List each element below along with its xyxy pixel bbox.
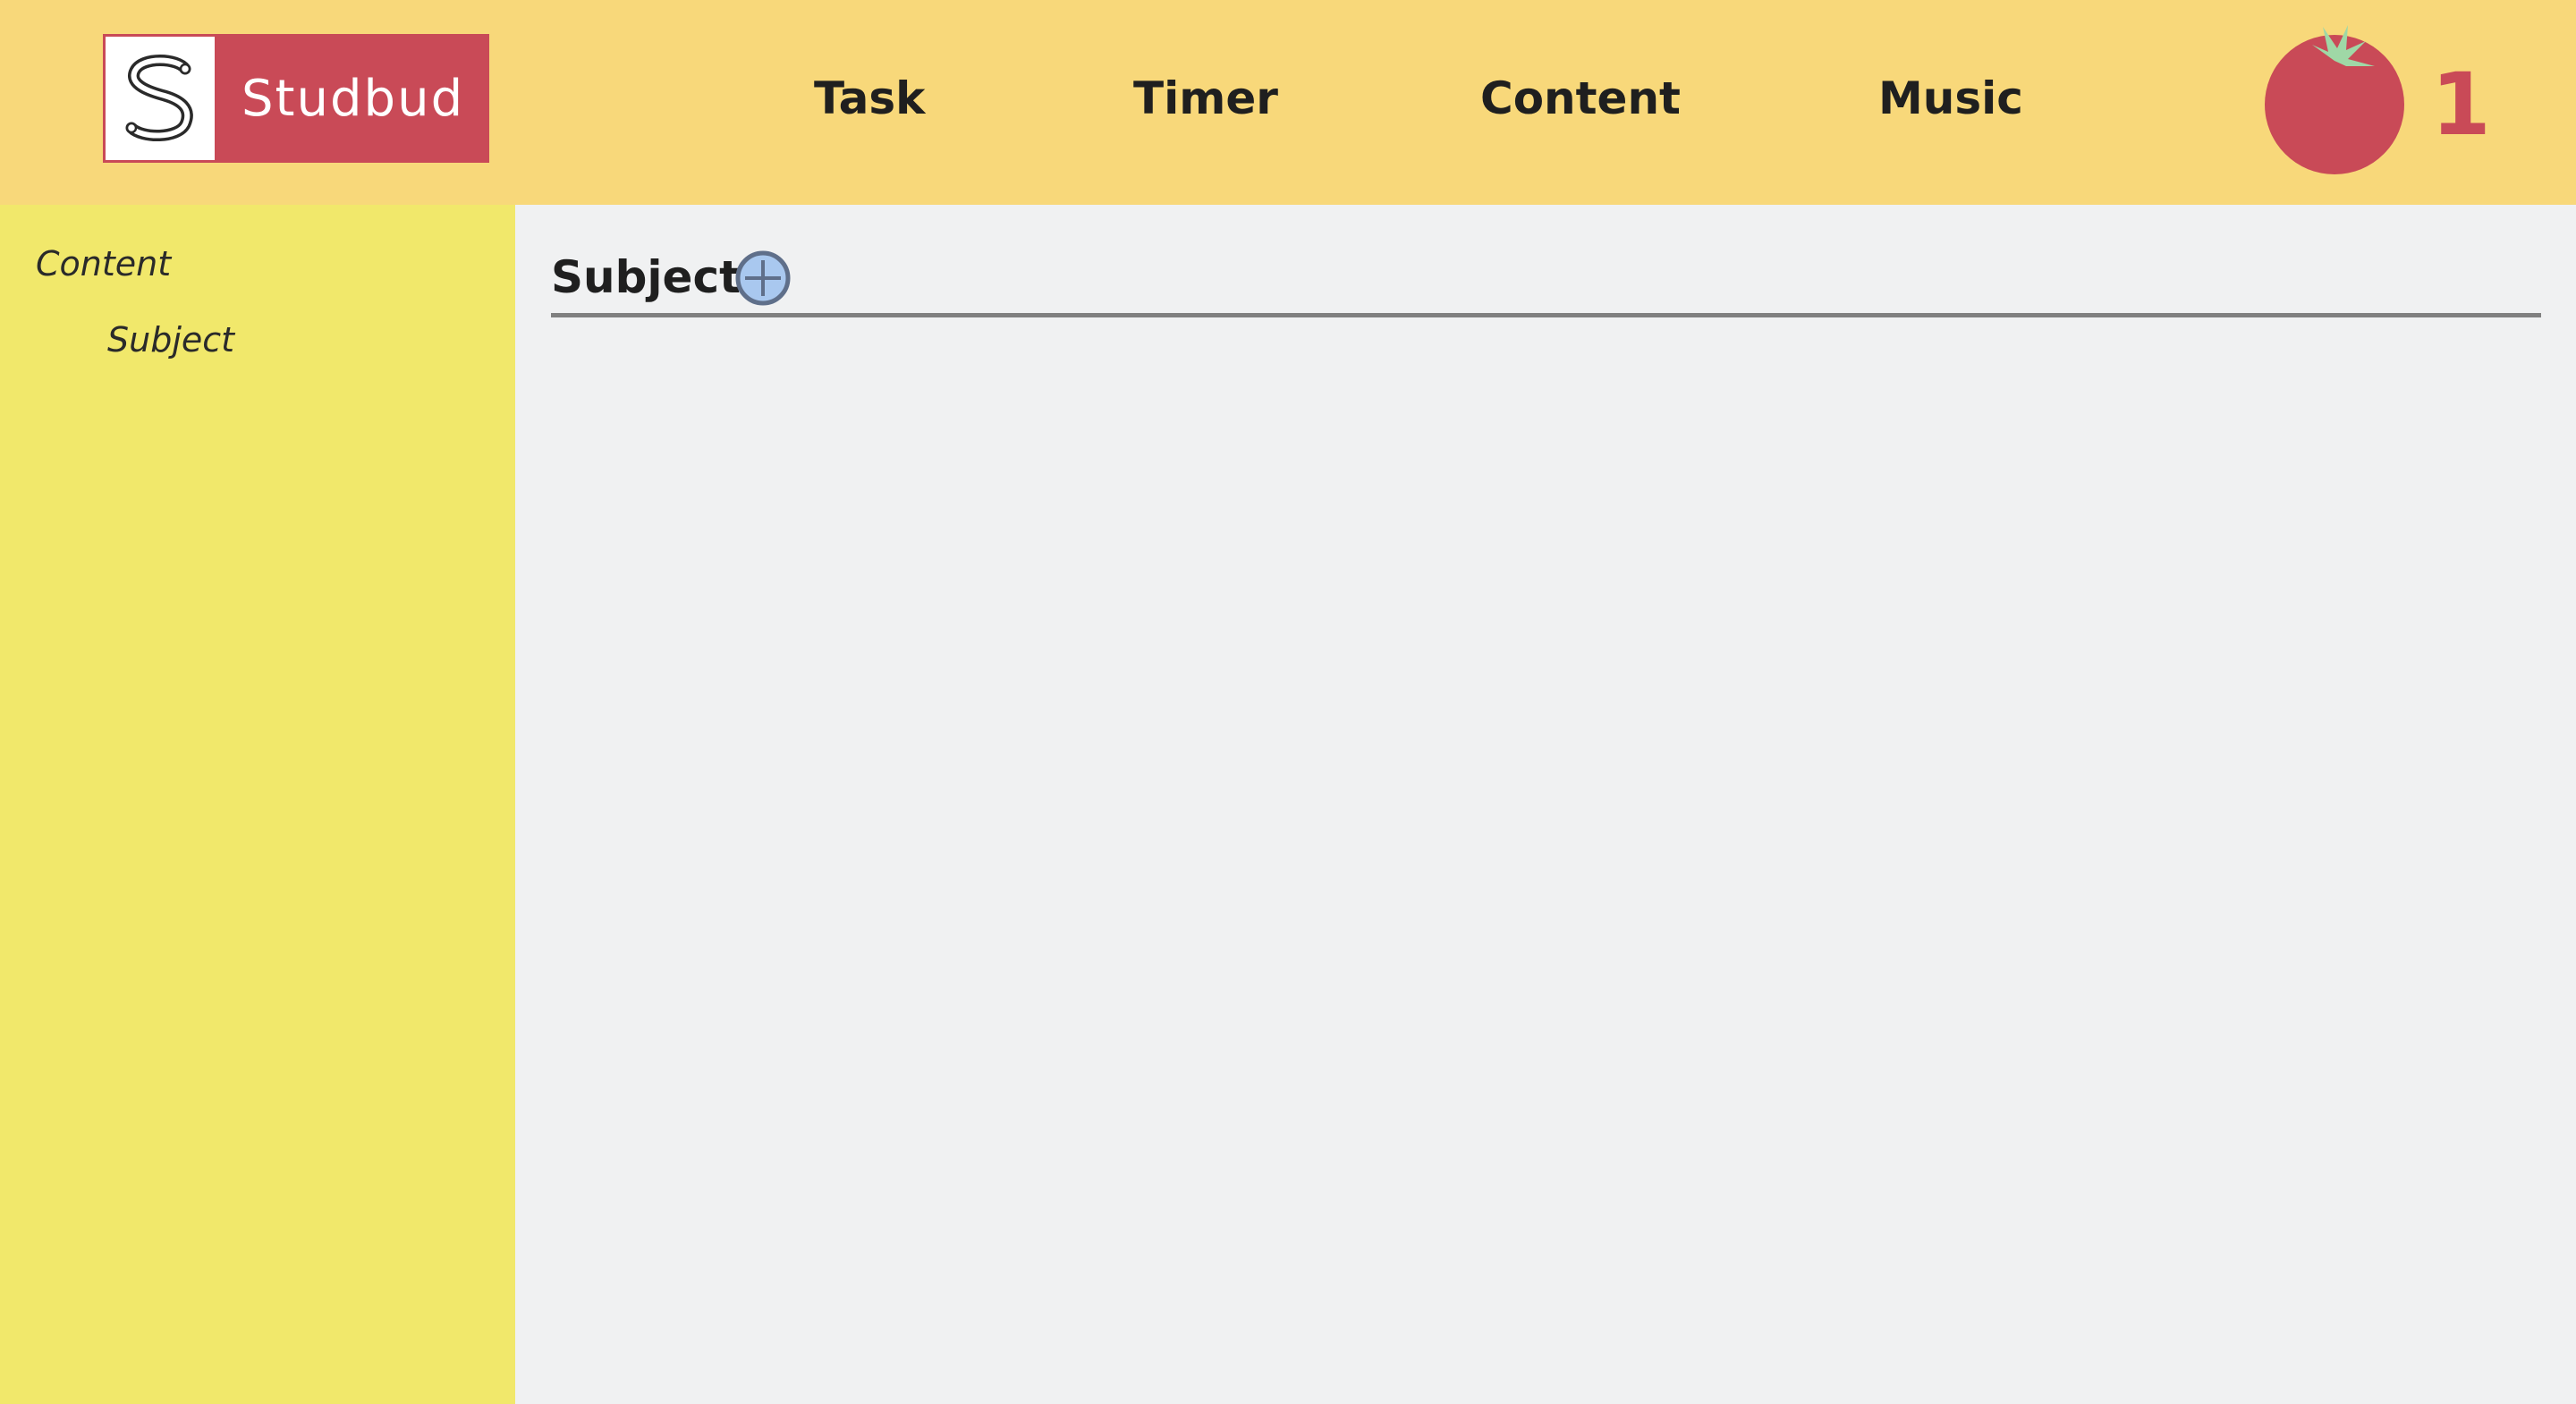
top-header: Studbud Task Timer Content Music 1 <box>0 0 2576 205</box>
nav-content[interactable]: Content <box>1480 70 1681 127</box>
logo-s-icon <box>106 37 215 160</box>
app: Studbud Task Timer Content Music 1 Conte… <box>0 0 2576 1404</box>
section-title: Subject <box>551 251 741 303</box>
add-subject-button[interactable] <box>734 250 792 307</box>
nav-task[interactable]: Task <box>814 70 925 127</box>
plus-circle-icon <box>735 250 791 306</box>
logo-text: Studbud <box>242 69 465 128</box>
tomato-icon[interactable] <box>2258 18 2411 179</box>
nav-music[interactable]: Music <box>1878 70 2023 127</box>
sidebar-item-subject[interactable]: Subject <box>107 318 234 361</box>
sidebar: Content Subject <box>0 205 515 1404</box>
sidebar-item-content[interactable]: Content <box>36 242 171 285</box>
studbud-logo[interactable]: Studbud <box>103 34 489 163</box>
main-content: Subject <box>515 205 2576 1404</box>
nav-timer[interactable]: Timer <box>1133 70 1278 127</box>
pomodoro-count: 1 <box>2431 55 2491 155</box>
subject-section-header: Subject <box>551 246 2541 317</box>
